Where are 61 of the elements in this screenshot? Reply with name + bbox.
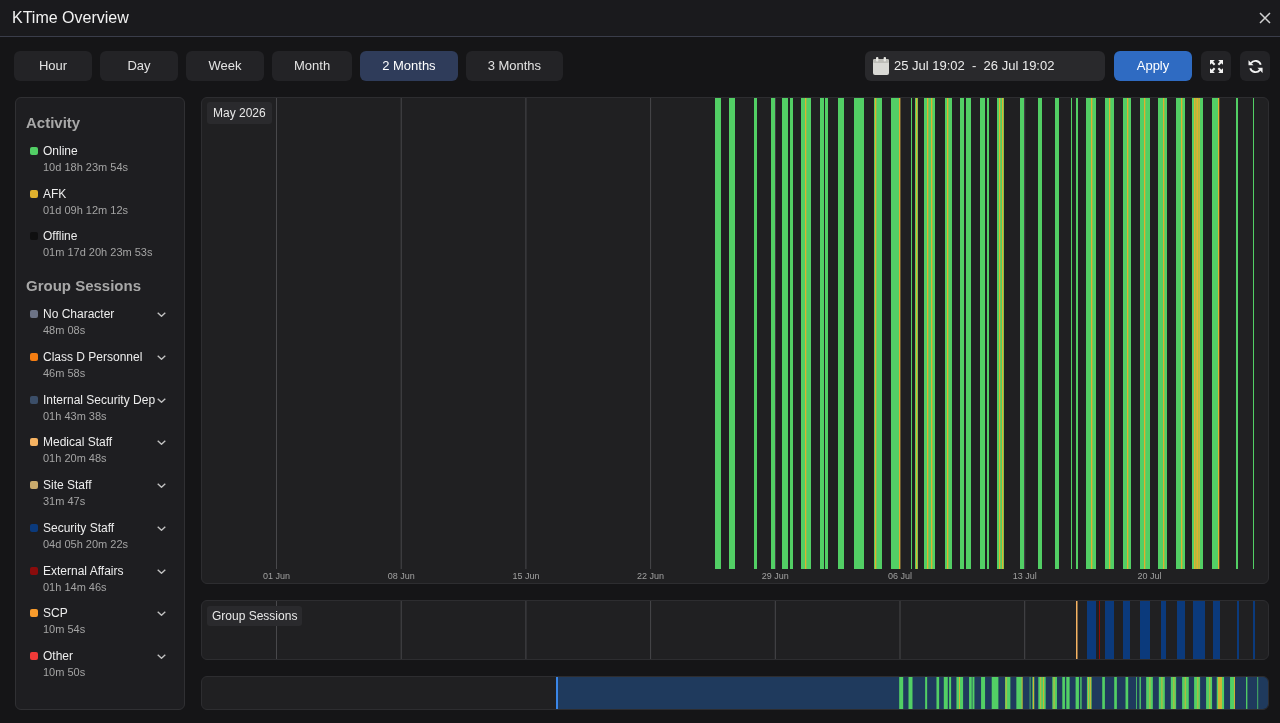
duration-text: 10m 54s: [43, 622, 87, 638]
axis-tick-label: 29 Jun: [761, 570, 789, 583]
duration-text: 01h 14m 46s: [43, 579, 108, 595]
range-tab[interactable]: Month: [272, 51, 353, 81]
duration-text: 48m 08s: [43, 323, 87, 339]
apply-button[interactable]: Apply: [1114, 51, 1192, 81]
duration-text: 01h 20m 48s: [43, 451, 108, 467]
duration-text: 04d 05h 20m 22s: [43, 536, 129, 552]
range-handle[interactable]: [556, 677, 558, 709]
group-label[interactable]: Class D Personnel: [43, 349, 157, 366]
group-label[interactable]: Other: [43, 647, 157, 664]
axis-tick-label: 20 Jul: [1137, 570, 1162, 583]
duration-text: 10d 18h 23m 54s: [43, 160, 129, 175]
chevron-down-icon[interactable]: [157, 397, 166, 403]
chevron-down-icon[interactable]: [157, 312, 166, 318]
group-label[interactable]: Security Staff: [43, 519, 157, 536]
duration-text: 01d 09h 12m 12s: [43, 202, 129, 218]
group-label[interactable]: No Character: [43, 306, 157, 323]
chevron-down-icon[interactable]: [157, 355, 166, 361]
period-label: May 2026: [207, 102, 272, 124]
group-label[interactable]: SCP: [43, 605, 157, 622]
chevron-down-icon[interactable]: [157, 611, 166, 617]
group-label[interactable]: External Affairs: [43, 562, 157, 579]
fullscreen-button[interactable]: [1201, 51, 1231, 81]
group-label[interactable]: Internal Security Dep: [43, 391, 157, 408]
expand-arrows-icon[interactable]: [1209, 59, 1223, 73]
duration-text: 01h 43m 38s: [43, 408, 108, 424]
axis-tick-label: 22 Jun: [637, 570, 665, 583]
status-label: AFK: [43, 185, 68, 202]
section-heading: Activity: [26, 113, 82, 133]
chevron-down-icon[interactable]: [157, 653, 166, 659]
axis-tick-label: 08 Jun: [387, 570, 415, 583]
duration-text: 46m 58s: [43, 366, 87, 382]
group-label[interactable]: Site Staff: [43, 477, 157, 494]
section-heading: Group Sessions: [26, 276, 143, 297]
duration-text: 01m 17d 20h 23m 53s: [43, 245, 154, 261]
refresh-icon[interactable]: [1247, 58, 1263, 74]
status-label: Online: [43, 143, 79, 159]
axis-tick-label: 13 Jul: [1012, 570, 1037, 583]
status-label: Offline: [43, 228, 79, 245]
range-tab[interactable]: 2 Months: [360, 51, 458, 81]
duration-text: 31m 47s: [43, 494, 87, 510]
range-tab[interactable]: Week: [186, 51, 264, 81]
date-range-field[interactable]: 25 Jul 19:02 - 26 Jul 19:02: [865, 51, 1105, 81]
range-tab[interactable]: Day: [100, 51, 178, 81]
axis-tick-label: 06 Jul: [888, 570, 912, 583]
chevron-down-icon[interactable]: [157, 525, 166, 531]
close-icon[interactable]: [1259, 12, 1271, 24]
chevron-down-icon[interactable]: [157, 440, 166, 446]
group-label[interactable]: Medical Staff: [43, 434, 157, 451]
refresh-button[interactable]: [1240, 51, 1270, 81]
duration-text: 10m 50s: [43, 664, 87, 680]
range-tab[interactable]: 3 Months: [465, 51, 564, 81]
calendar-icon: [873, 57, 889, 75]
axis-tick-label: 15 Jun: [512, 570, 540, 583]
track-label: Group Sessions: [207, 606, 303, 626]
axis-tick-label: 01 Jun: [263, 570, 290, 583]
chevron-down-icon[interactable]: [157, 483, 166, 489]
range-tab[interactable]: Hour: [14, 51, 92, 81]
chevron-down-icon[interactable]: [157, 568, 166, 574]
window-title: KTime Overview: [12, 8, 129, 28]
